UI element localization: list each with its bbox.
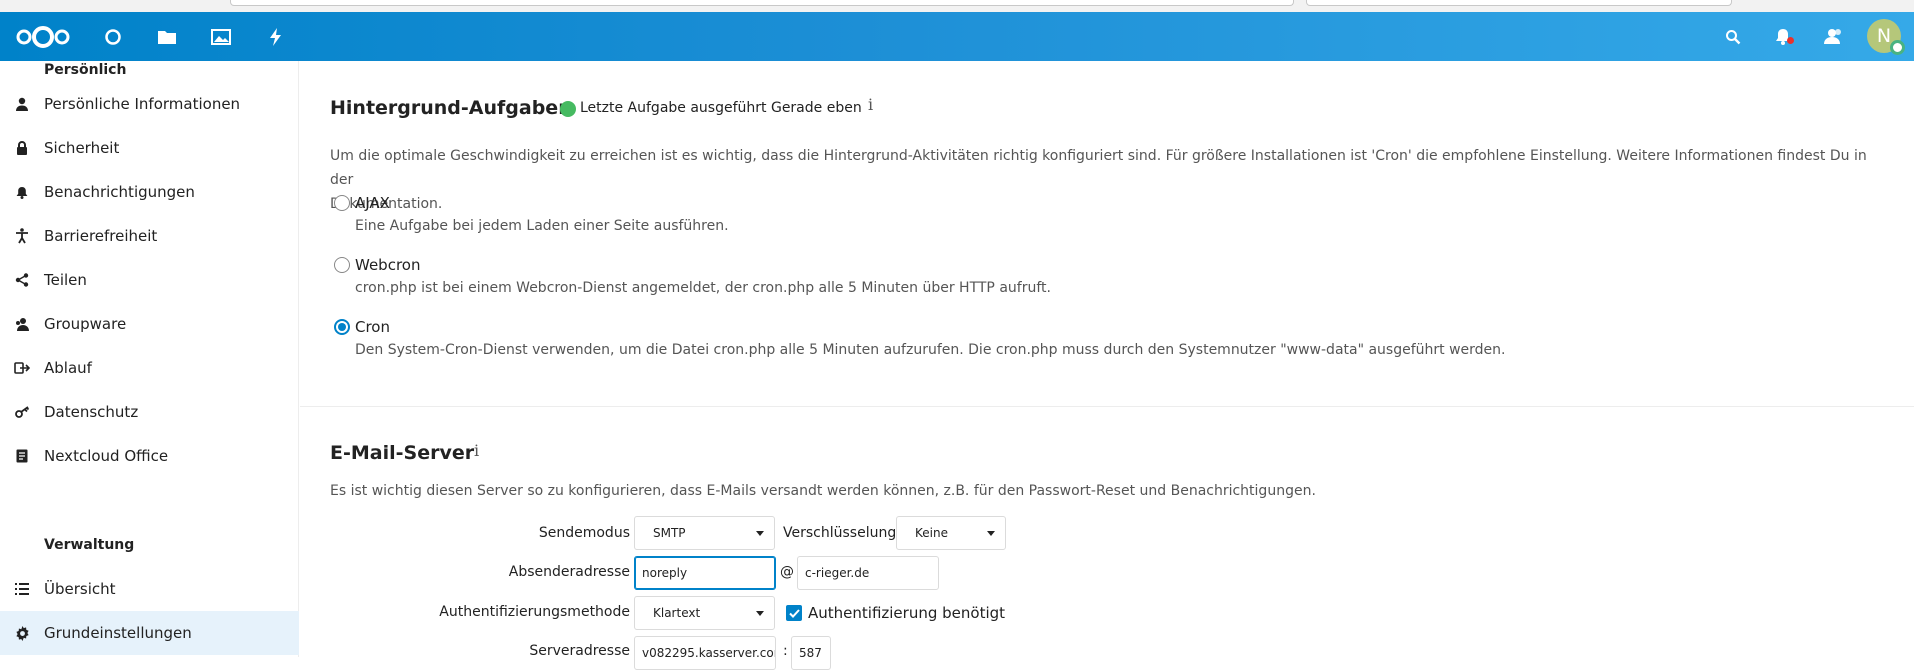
groupware-icon [0, 317, 44, 331]
workflow-icon [0, 362, 44, 374]
sidebar-item-label: Benachrichtigungen [44, 183, 195, 201]
info-icon[interactable]: i [868, 95, 873, 114]
sidebar-item-privacy[interactable]: Datenschutz [0, 390, 299, 434]
info-icon[interactable]: i [474, 441, 479, 460]
list-icon [0, 583, 44, 595]
port-input[interactable]: 587 [791, 636, 831, 670]
photos-icon[interactable] [206, 12, 236, 61]
sidebar-item-label: Sicherheit [44, 139, 120, 157]
last-job-status: Letzte Aufgabe ausgeführt Gerade eben [580, 100, 862, 116]
encryption-select[interactable]: Keine [896, 516, 1006, 550]
radio-webcron-label[interactable]: Webcron [355, 256, 420, 274]
from-domain-value: c-rieger.de [805, 566, 870, 580]
radio-ajax[interactable] [334, 195, 350, 211]
activity-icon[interactable] [260, 12, 290, 61]
status-success-icon [560, 101, 576, 117]
from-user-input[interactable]: noreply [634, 556, 776, 590]
email-server-description: Es ist wichtig diesen Server so zu konfi… [330, 483, 1316, 499]
gear-icon [0, 625, 44, 641]
avatar-letter: N [1876, 25, 1892, 47]
chevron-down-icon [987, 531, 995, 536]
auth-required-label[interactable]: Authentifizierung benötigt [808, 604, 1005, 622]
key-icon [0, 406, 44, 418]
bell-icon [0, 186, 44, 199]
auth-required-checkbox[interactable] [786, 605, 802, 621]
background-jobs-description: Um die optimale Geschwindigkeit zu errei… [330, 144, 1890, 216]
sidebar-item-personal-info[interactable]: Persönliche Informationen [0, 82, 299, 126]
sidebar-heading-personal: Persönlich [44, 62, 127, 78]
sidebar-item-workflow[interactable]: Ablauf [0, 346, 299, 390]
sidebar-item-label: Grundeinstellungen [44, 624, 192, 642]
send-mode-label: Sendemodus [538, 525, 630, 541]
server-address-value: v082295.kasserver.com [642, 646, 776, 660]
dashboard-icon[interactable] [98, 12, 128, 61]
radio-cron-label[interactable]: Cron [355, 318, 390, 336]
email-server-title: E-Mail-Server [330, 442, 475, 464]
auth-method-value: Klartext [653, 606, 701, 620]
port-value: 587 [799, 646, 822, 660]
contacts-icon[interactable] [1818, 12, 1848, 61]
send-mode-value: SMTP [653, 526, 686, 540]
settings-sidebar: Persönlich Persönliche Informationen Sic… [0, 61, 299, 657]
background-jobs-title: Hintergrund-Aufgaben [330, 97, 572, 119]
encryption-label: Verschlüsselung [783, 525, 897, 541]
sidebar-item-overview[interactable]: Übersicht [0, 567, 299, 611]
sidebar-item-label: Groupware [44, 315, 127, 333]
browser-toolbar-strip [0, 0, 1914, 12]
sidebar-item-notifications[interactable]: Benachrichtigungen [0, 170, 299, 214]
send-mode-select[interactable]: SMTP [634, 516, 775, 550]
from-user-value: noreply [642, 566, 688, 580]
sidebar-item-groupware[interactable]: Groupware [0, 302, 299, 346]
description-line-1: Um die optimale Geschwindigkeit zu errei… [330, 148, 1867, 188]
browser-address-field[interactable] [230, 0, 1294, 6]
app-header: N [0, 12, 1914, 61]
sidebar-item-label: Nextcloud Office [44, 447, 169, 465]
nextcloud-logo[interactable] [10, 12, 76, 61]
radio-webcron[interactable] [334, 257, 350, 273]
server-address-input[interactable]: v082295.kasserver.com [634, 636, 776, 670]
auth-method-select[interactable]: Klartext [634, 596, 775, 630]
browser-search-field[interactable] [1306, 0, 1732, 6]
sidebar-item-accessibility[interactable]: Barrierefreiheit [0, 214, 299, 258]
sidebar-heading-admin: Verwaltung [44, 537, 135, 553]
sidebar-item-nextcloud-office[interactable]: Nextcloud Office [0, 434, 299, 478]
sidebar-item-label: Datenschutz [44, 403, 139, 421]
sidebar-item-label: Übersicht [44, 580, 116, 598]
sidebar-item-label: Persönliche Informationen [44, 95, 241, 113]
files-icon[interactable] [152, 12, 182, 61]
chevron-down-icon [756, 531, 764, 536]
sidebar-item-label: Teilen [44, 271, 87, 289]
document-icon [0, 449, 44, 463]
documentation-link[interactable]: Dokumentation. [330, 192, 1890, 216]
notifications-icon[interactable] [1768, 12, 1798, 61]
checkmark-icon [788, 608, 800, 618]
from-address-label: Absenderadresse [508, 564, 630, 580]
radio-cron[interactable] [334, 319, 350, 335]
notification-badge [1787, 37, 1794, 44]
radio-webcron-description: cron.php ist bei einem Webcron-Dienst an… [355, 280, 1051, 296]
from-domain-input[interactable]: c-rieger.de [797, 556, 939, 590]
user-icon [0, 97, 44, 111]
chevron-down-icon [756, 611, 764, 616]
radio-cron-description: Den System-Cron-Dienst verwenden, um die… [355, 342, 1506, 358]
encryption-value: Keine [915, 526, 948, 540]
accessibility-icon [0, 228, 44, 244]
section-divider [300, 406, 1914, 407]
sidebar-item-basic-settings[interactable]: Grundeinstellungen [0, 611, 299, 655]
search-icon[interactable] [1718, 12, 1748, 61]
sidebar-item-security[interactable]: Sicherheit [0, 126, 299, 170]
lock-icon [0, 141, 44, 155]
radio-ajax-label[interactable]: AJAX [355, 194, 390, 212]
settings-main: Hintergrund-Aufgaben Letzte Aufgabe ausg… [300, 61, 1914, 670]
radio-ajax-description: Eine Aufgabe bei jedem Laden einer Seite… [355, 218, 729, 234]
online-status-icon [1890, 40, 1905, 55]
sidebar-item-label: Ablauf [44, 359, 92, 377]
sidebar-item-sharing[interactable]: Teilen [0, 258, 299, 302]
sidebar-item-label: Barrierefreiheit [44, 227, 158, 245]
at-sign: @ [780, 564, 794, 580]
auth-method-label: Authentifizierungsmethode [439, 604, 630, 620]
share-icon [0, 273, 44, 287]
